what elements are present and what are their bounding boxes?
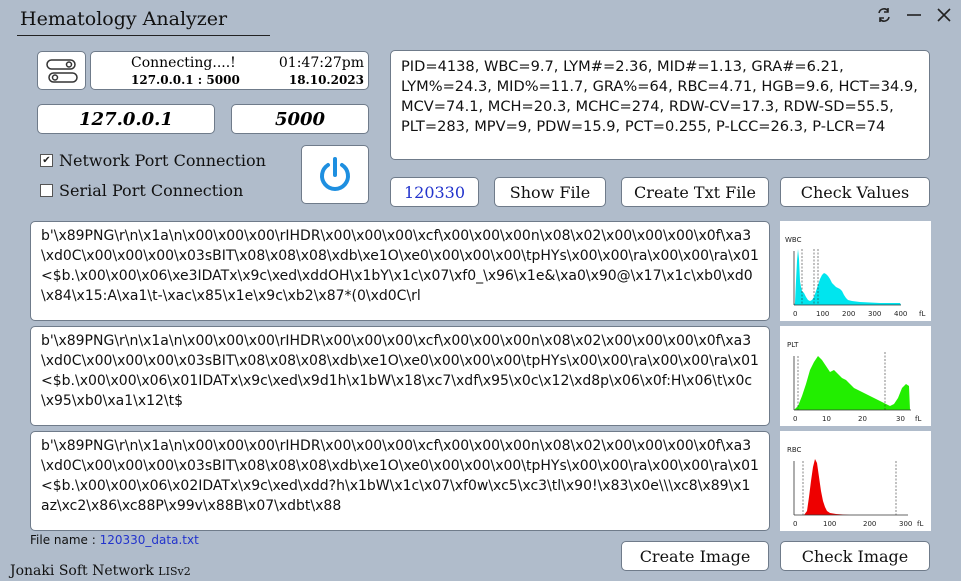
plt-unit: fL <box>915 415 921 423</box>
network-port-label: Network Port Connection <box>59 151 266 170</box>
file-name-row: File name : 120330_data.txt <box>30 533 199 547</box>
power-icon <box>320 156 350 191</box>
footer-brand: Jonaki Soft Network LISv2 <box>10 563 191 579</box>
plt-label: PLT <box>787 341 799 349</box>
footer-brand-name: Jonaki Soft Network <box>10 563 154 579</box>
plt-curve <box>794 356 910 410</box>
connection-status-panel: Connecting....! 01:47:27pm 127.0.0.1 : 5… <box>90 51 369 90</box>
connection-settings-button[interactable] <box>37 51 86 90</box>
wbc-label: WBC <box>785 236 802 244</box>
raw-data-box-3[interactable]: b'\x89PNG\r\n\x1a\n\x00\x00\x00\rIHDR\x0… <box>30 431 770 531</box>
wbc-curve <box>794 249 901 305</box>
power-button[interactable] <box>301 145 369 204</box>
check-image-button[interactable]: Check Image <box>780 541 930 571</box>
serial-port-label: Serial Port Connection <box>59 181 244 200</box>
results-panel: PID=4138, WBC=9.7, LYM#=2.36, MID#=1.13,… <box>390 50 930 160</box>
wbc-tick-4: 400 <box>894 310 907 318</box>
close-icon[interactable] <box>933 4 955 26</box>
plt-tick-0: 0 <box>793 415 797 423</box>
minimize-icon[interactable] <box>903 4 925 26</box>
rbc-tick-1: 100 <box>823 520 836 528</box>
ip-address-field[interactable]: 127.0.0.1 <box>37 104 215 134</box>
rbc-tick-3: 300 <box>899 520 912 528</box>
restore-icon[interactable] <box>873 4 895 26</box>
create-image-button[interactable]: Create Image <box>621 541 769 571</box>
status-date: 18.10.2023 <box>288 73 364 87</box>
rbc-tick-0: 0 <box>793 520 797 528</box>
plt-tick-2: 20 <box>858 415 867 423</box>
plt-histogram: PLT 0 10 20 30 fL <box>780 326 931 426</box>
settings-toggle-icon <box>45 58 78 83</box>
rbc-histogram: RBC 0 100 200 300 fL <box>780 431 931 531</box>
file-name-label: File name : <box>30 533 96 547</box>
footer-version: LISv2 <box>158 565 191 578</box>
show-file-button[interactable]: Show File <box>494 177 606 207</box>
wbc-tick-3: 300 <box>868 310 881 318</box>
status-address: 127.0.0.1 : 5000 <box>131 73 240 87</box>
pid-field[interactable]: 120330 <box>390 177 479 207</box>
raw-data-box-2[interactable]: b'\x89PNG\r\n\x1a\n\x00\x00\x00\rIHDR\x0… <box>30 326 770 426</box>
rbc-curve <box>794 459 850 515</box>
status-time: 01:47:27pm <box>278 55 364 71</box>
check-values-button[interactable]: Check Values <box>780 177 930 207</box>
wbc-tick-0: 0 <box>793 310 797 318</box>
raw-data-box-1[interactable]: b'\x89PNG\r\n\x1a\n\x00\x00\x00\rIHDR\x0… <box>30 221 770 321</box>
create-txt-file-button[interactable]: Create Txt File <box>621 177 769 207</box>
port-field[interactable]: 5000 <box>231 104 369 134</box>
plt-tick-1: 10 <box>822 415 831 423</box>
wbc-histogram: WBC 0 100 200 300 400 fL <box>780 221 931 321</box>
file-name-value: 120330_data.txt <box>99 533 199 547</box>
connection-status: Connecting....! <box>131 55 236 71</box>
rbc-tick-2: 200 <box>863 520 876 528</box>
network-port-checkbox[interactable]: ✔ <box>40 154 53 167</box>
rbc-label: RBC <box>787 446 802 454</box>
wbc-tick-1: 100 <box>816 310 829 318</box>
wbc-tick-2: 200 <box>842 310 855 318</box>
rbc-unit: fL <box>917 520 923 528</box>
serial-port-checkbox[interactable] <box>40 184 53 197</box>
window-title: Hematology Analyzer <box>20 8 228 30</box>
serial-port-option[interactable]: Serial Port Connection <box>40 181 243 200</box>
title-underline <box>17 35 270 36</box>
plt-tick-3: 30 <box>896 415 905 423</box>
wbc-unit: fL <box>919 310 925 318</box>
network-port-option[interactable]: ✔ Network Port Connection <box>40 151 266 170</box>
